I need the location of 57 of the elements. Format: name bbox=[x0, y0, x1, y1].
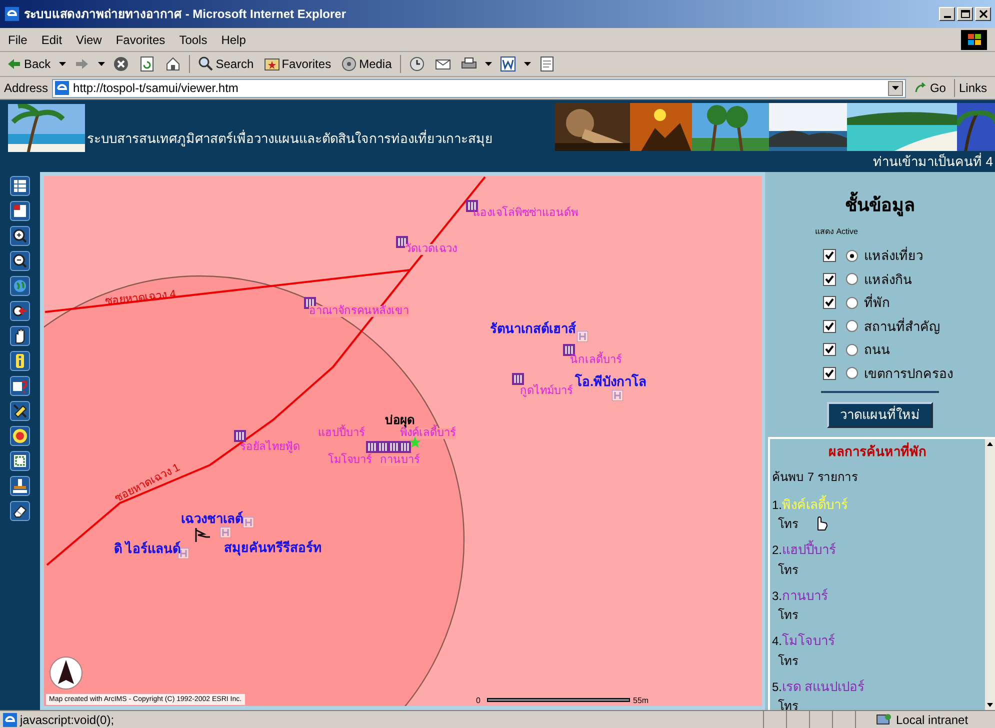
phone-label: โทร bbox=[778, 608, 798, 622]
results-title: ผลการค้นหาที่พัก bbox=[828, 442, 926, 461]
place-label: รอยัลไทยฟู้ด bbox=[240, 442, 300, 453]
zone-text: Local intranet bbox=[896, 712, 968, 728]
layer-label: สถานที่สำคัญ bbox=[864, 316, 940, 336]
phone-label: โทร bbox=[778, 699, 798, 710]
place-label: อาณาจักรคนหลังเขา bbox=[309, 306, 409, 317]
phone-label: โทร bbox=[778, 517, 798, 531]
layer-label: ถนน bbox=[864, 341, 890, 359]
place-label: สมุยคันทรีรีสอร์ท bbox=[224, 541, 322, 554]
go-button[interactable]: Go bbox=[910, 79, 950, 97]
scale-label: 0 bbox=[476, 697, 480, 705]
url-text: http://tospol-t/samui/viewer.htm bbox=[73, 80, 238, 97]
address-label: Address bbox=[4, 80, 48, 97]
phone-label: โทร bbox=[778, 654, 798, 668]
layers-title: ชั้นข้อมูล bbox=[845, 190, 915, 220]
back-button[interactable]: Back bbox=[4, 53, 53, 75]
media-button[interactable]: Media bbox=[339, 53, 394, 75]
place-label: บ่อผุด bbox=[385, 414, 415, 426]
place-label: โอ.พีบังกาโล bbox=[575, 375, 647, 388]
item-number: 5. bbox=[772, 678, 782, 696]
redraw-map-button[interactable]: วาดแผนที่ใหม่ bbox=[827, 402, 933, 428]
favorites-button[interactable]: Favorites bbox=[262, 53, 334, 75]
item-number: 2. bbox=[772, 542, 782, 559]
layer-label: แหล่งเที่ยว bbox=[864, 246, 923, 265]
search-button[interactable]: Search bbox=[196, 53, 256, 75]
menu-item[interactable]: Edit bbox=[41, 30, 62, 48]
item-number: 4. bbox=[772, 634, 782, 650]
place-label: วัดเวดเฉวง bbox=[405, 244, 457, 255]
item-number: 1. bbox=[772, 498, 782, 514]
window-title: ระบบแสดงภาพถ่ายทางอากาศ - Microsoft Internet Explorer bbox=[24, 6, 346, 23]
layer-label: แหล่งกิน bbox=[864, 270, 912, 288]
menu-item[interactable]: View bbox=[76, 30, 102, 48]
address-field[interactable]: http://tospol-t/samui/viewer.htm bbox=[52, 78, 906, 98]
place-label: แองเจโล่พิซซ่าแอนด์พ bbox=[473, 208, 578, 219]
links-button[interactable]: Links bbox=[958, 79, 991, 97]
place-label: กานบาร์ bbox=[380, 455, 420, 466]
menu-item[interactable]: Help bbox=[221, 30, 246, 48]
menu-item[interactable]: Tools bbox=[179, 30, 208, 48]
results-count: ค้นพบ 7 รายการ bbox=[772, 468, 858, 486]
menu-item[interactable]: File bbox=[8, 30, 28, 48]
phone-label: โทร bbox=[778, 562, 798, 576]
place-label: กูดไทม์บาร์ bbox=[520, 386, 573, 397]
scale-label: 55m bbox=[633, 697, 649, 705]
status-text: javascript:void(0); bbox=[20, 712, 114, 728]
place-label: เฉวงชาเลต์ bbox=[181, 512, 243, 525]
menu-item[interactable]: Favorites bbox=[116, 30, 166, 48]
layers-caption: แสดง Active bbox=[815, 226, 858, 238]
item-number: 3. bbox=[772, 588, 782, 604]
layer-label: ที่พัก bbox=[864, 293, 890, 312]
layer-label: เขตการปกครอง bbox=[864, 364, 953, 382]
place-label: โมโจบาร์ bbox=[328, 455, 372, 466]
visitor-counter: ท่านเข้ามาเป็นคนที่ 4 bbox=[873, 152, 994, 172]
banner-title: ระบบสารสนเทศภูมิศาสตร์เพื่อวางแผนและตัดสินใจการท่องเที่ยวเกาะสมุย bbox=[87, 128, 493, 148]
place-label: รัตนาเกสต์เฮาส์ bbox=[490, 322, 576, 335]
road-label: ซอยหาดเฉวง 4 bbox=[104, 289, 177, 308]
place-label: ดิ ไอร์แลนด์ bbox=[114, 542, 181, 555]
